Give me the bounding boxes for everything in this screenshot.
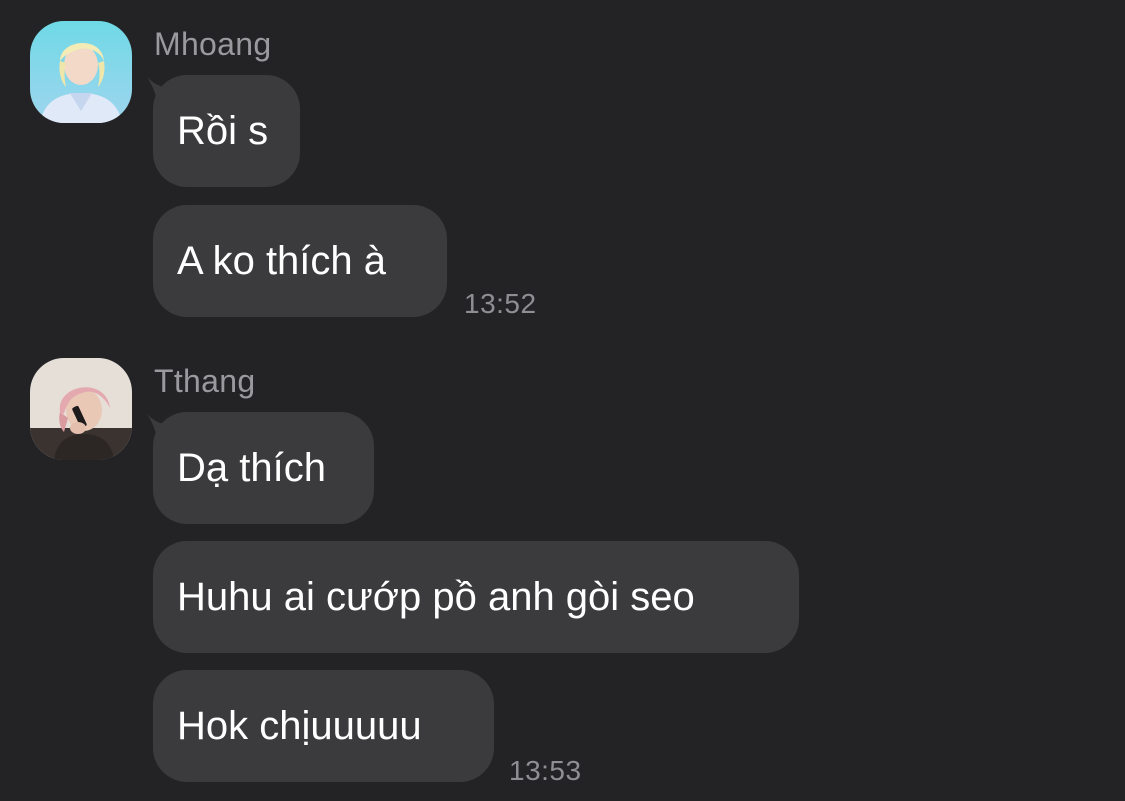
sender-name: Tthang [154, 363, 256, 399]
avatar-mhoang[interactable] [30, 21, 132, 123]
chat-thread: Mhoang Rồi s A ko thích à 13:52 Tthang D… [0, 0, 1125, 801]
avatar-tthang[interactable] [30, 358, 132, 460]
message-time: 13:52 [464, 288, 537, 319]
message-bubble[interactable]: Rồi s [153, 75, 300, 187]
message-bubble[interactable]: Dạ thích [153, 412, 374, 524]
sender-name: Mhoang [154, 26, 272, 62]
message-bubble[interactable]: Huhu ai cướp pồ anh gòi seo [153, 541, 799, 653]
message-time: 13:53 [509, 755, 582, 786]
message-bubble[interactable]: A ko thích à [153, 205, 447, 317]
message-bubble[interactable]: Hok chịuuuuu [153, 670, 494, 782]
